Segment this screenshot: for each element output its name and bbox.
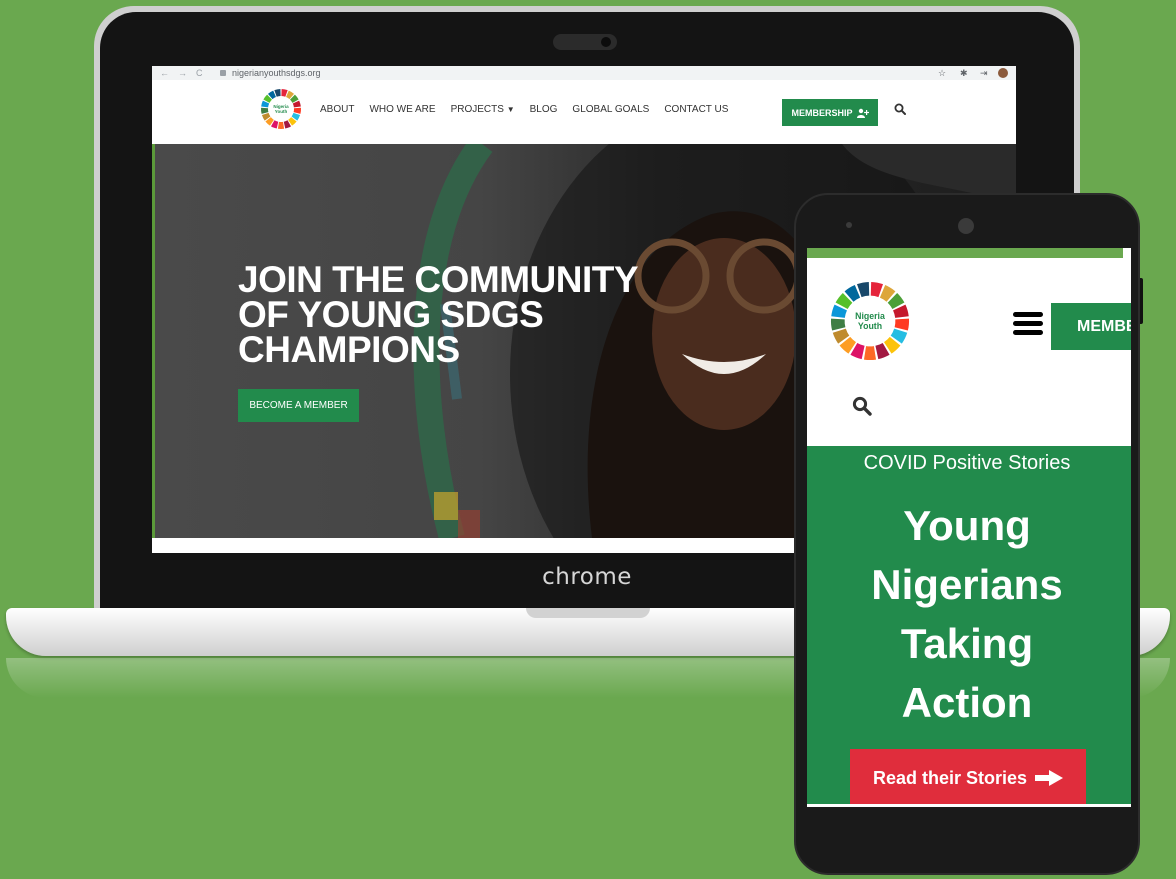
- forward-arrow-icon[interactable]: →: [178, 66, 187, 80]
- hero-title-line-2: OF YOUNG SDGS: [238, 294, 544, 336]
- hamburger-menu-icon[interactable]: [1013, 312, 1043, 336]
- nav-item-contact-us[interactable]: CONTACT US: [664, 104, 728, 115]
- caret-down-icon: ▼: [506, 105, 515, 114]
- arrow-right-icon: [1035, 770, 1064, 786]
- sdg-wheel-segment: [894, 318, 910, 331]
- nav-item-about[interactable]: ABOUT: [320, 104, 354, 115]
- hero-title: JOIN THE COMMUNITY OF YOUNG SDGS CHAMPIO…: [238, 259, 658, 371]
- logo-text-line-2: Youth: [275, 109, 288, 114]
- phone-hero-kicker: COVID Positive Stories: [863, 452, 1071, 474]
- hero-title-line-1: JOIN THE COMMUNITY: [238, 259, 639, 300]
- extension-puzzle-icon[interactable]: ✱: [960, 66, 968, 80]
- nav-item-who-we-are[interactable]: WHO WE ARE: [369, 104, 435, 115]
- sdg-wheel-segment: [277, 121, 285, 129]
- site-header: Nigeria Youth ABOUT WHO WE ARE PROJECTS …: [152, 80, 1016, 144]
- phone-membership-button[interactable]: MEMBE: [1051, 303, 1131, 350]
- laptop-base-notch: [526, 608, 650, 618]
- phone-title-line-3: Taking: [900, 620, 1034, 667]
- nigeria-youth-logo[interactable]: Nigeria Youth: [829, 280, 911, 362]
- read-their-stories-button[interactable]: Read their Stories: [850, 749, 1086, 807]
- sdg-wheel-segment: [863, 346, 877, 361]
- phone-title-line-1: Young: [903, 502, 1031, 549]
- nav-item-projects-label: PROJECTS: [450, 104, 504, 115]
- browser-address-bar: ← → C nigerianyouthsdgs.org ☆ ✱ ⇥: [152, 66, 1016, 80]
- phone-screen: Nigeria Youth MEMBE COVID Positive Stori…: [807, 248, 1131, 807]
- reload-icon[interactable]: C: [196, 66, 203, 80]
- nav-item-global-goals[interactable]: GLOBAL GOALS: [572, 104, 649, 115]
- cast-icon[interactable]: ⇥: [980, 66, 988, 80]
- site-nav: ABOUT WHO WE ARE PROJECTS ▼ BLOG GLOBAL …: [320, 104, 728, 115]
- logo-text-line-1: Nigeria: [855, 311, 885, 321]
- membership-button-label: MEMBERSHIP: [791, 107, 853, 118]
- laptop-brand: chrome: [542, 564, 632, 590]
- sdg-wheel-segment: [261, 107, 269, 114]
- search-icon[interactable]: [852, 396, 872, 416]
- back-arrow-icon[interactable]: ←: [160, 66, 169, 80]
- nigeria-youth-logo[interactable]: Nigeria Youth: [260, 88, 302, 130]
- phone-screen-edge: [807, 804, 1131, 807]
- bookmark-star-icon[interactable]: ☆: [938, 66, 946, 80]
- phone-site-header: Nigeria Youth MEMBE: [807, 258, 1131, 446]
- phone-hero-title: Young Nigerians Taking Action: [807, 496, 1127, 732]
- logo-text-line-2: Youth: [858, 321, 882, 331]
- become-a-member-button[interactable]: BECOME A MEMBER: [238, 389, 359, 422]
- profile-avatar[interactable]: [998, 68, 1008, 78]
- hero-accent-bar: [152, 144, 155, 538]
- phone-status-strip: [807, 248, 1123, 258]
- phone-hero-section: COVID Positive Stories Young Nigerians T…: [807, 446, 1131, 807]
- membership-button[interactable]: MEMBERSHIP: [782, 99, 878, 126]
- nav-item-projects[interactable]: PROJECTS ▼: [451, 104, 515, 115]
- laptop-camera-lens: [601, 37, 611, 47]
- sdg-wheel-segment: [293, 107, 301, 114]
- nav-item-blog[interactable]: BLOG: [530, 104, 558, 115]
- phone-front-camera: [846, 222, 852, 228]
- sdg-wheel-segment: [830, 318, 846, 331]
- read-their-stories-label: Read their Stories: [872, 767, 1028, 788]
- phone-title-line-4: Action: [901, 679, 1033, 726]
- user-plus-icon: [856, 108, 869, 118]
- url-field[interactable]: nigerianyouthsdgs.org: [232, 66, 321, 80]
- search-icon[interactable]: [894, 103, 906, 115]
- phone-speaker: [958, 218, 974, 234]
- phone-membership-label: MEMBE: [1077, 317, 1131, 335]
- phone-title-line-2: Nigerians: [871, 561, 1063, 608]
- lock-icon: [220, 70, 226, 76]
- hero-title-line-3: CHAMPIONS: [238, 329, 460, 371]
